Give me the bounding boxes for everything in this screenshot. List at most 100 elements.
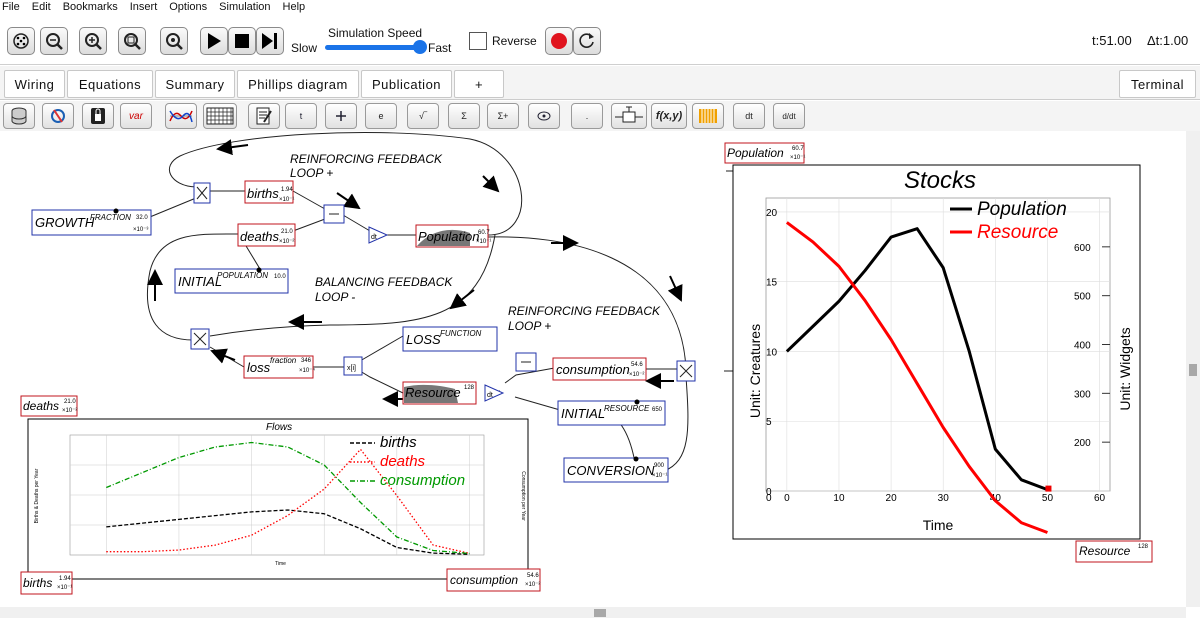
reverse-checkbox[interactable] [469, 32, 487, 50]
exp-operation-icon[interactable]: e [365, 103, 397, 129]
derivative-icon[interactable]: d/dt [773, 103, 805, 129]
svg-text:×10⁻³: ×10⁻³ [133, 227, 148, 233]
horizontal-scrollbar[interactable] [0, 607, 1186, 618]
resource-stock[interactable]: Resource 128 [402, 381, 477, 405]
variable-icon[interactable]: var [120, 103, 152, 129]
stocks-xtick: 60 [1094, 493, 1106, 504]
menu-simulation[interactable]: Simulation [219, 0, 276, 16]
multiply-op-3[interactable] [676, 360, 696, 382]
loss-function-param[interactable]: LOSS FUNCTION [402, 326, 498, 352]
svg-text:deaths: deaths [240, 229, 280, 244]
tab-phillips-diagram[interactable]: Phillips diagram [237, 70, 359, 98]
integrate-op-population[interactable]: dt [368, 226, 389, 244]
zoom-reset-button[interactable] [160, 27, 188, 55]
loss-fraction-var[interactable]: loss fraction 346 ×10⁻⁴ [243, 355, 315, 379]
svg-text:Population: Population [727, 146, 784, 160]
ravel-icon[interactable] [692, 103, 724, 129]
sheet-icon[interactable] [203, 103, 237, 129]
stocks-xtick: 30 [938, 493, 950, 504]
horizontal-scroll-thumb[interactable] [594, 609, 606, 617]
godley-table-icon[interactable] [42, 103, 74, 129]
zoom-out-button[interactable] [40, 27, 68, 55]
zoom-in-button[interactable] [79, 27, 107, 55]
add-operation-icon[interactable] [325, 103, 357, 129]
initial-resource-param[interactable]: INITIALRESOURCE 650 [557, 399, 666, 426]
menu-help[interactable]: Help [283, 0, 312, 16]
integrate-icon[interactable]: dt [733, 103, 765, 129]
initial-population-param[interactable]: INITIALPOPULATION 10.0 [174, 267, 289, 294]
consumption-var[interactable]: consumption 54.6 ×10⁻² [552, 357, 647, 381]
vertical-scroll-thumb[interactable] [1189, 364, 1197, 376]
toolbar: Simulation Speed Slow Fast Reverse t:51.… [0, 17, 1200, 65]
integrate-op-resource[interactable]: dt [484, 384, 505, 402]
step-button[interactable] [256, 27, 284, 55]
database-icon[interactable] [3, 103, 35, 129]
tab-equations[interactable]: Equations [67, 70, 153, 98]
stocks-population-port[interactable]: Population 60.7 ×10⁻¹ [724, 142, 805, 164]
menu-bookmarks[interactable]: Bookmarks [63, 0, 124, 16]
svg-text:×10⁻²: ×10⁻² [525, 582, 540, 588]
stocks-y2tick: 500 [1074, 292, 1091, 303]
menu-options[interactable]: Options [169, 0, 213, 16]
plot-icon[interactable] [165, 103, 197, 129]
time-readout: t:51.00 [1092, 33, 1132, 48]
terminal-button[interactable]: Terminal [1119, 70, 1196, 98]
vertical-scrollbar[interactable] [1186, 131, 1200, 607]
deaths-var[interactable]: deaths 21.0 ×10⁻² [237, 223, 296, 247]
sqrt-operation-icon[interactable]: √‾ [407, 103, 439, 129]
stop-button[interactable] [228, 27, 256, 55]
time-operation-icon[interactable]: t [285, 103, 317, 129]
subtract-op[interactable] [323, 204, 345, 224]
svg-text:dt: dt [487, 392, 493, 399]
multiply-op-2[interactable] [190, 328, 210, 350]
stocks-resource-port[interactable]: Resource 128 [1075, 540, 1153, 563]
menu-edit[interactable]: Edit [32, 0, 57, 16]
user-function-icon[interactable]: f(x,y) [651, 103, 687, 129]
speed-slider-knob[interactable] [413, 40, 427, 54]
lookup-op[interactable]: x[i] [343, 356, 363, 376]
stocks-y2tick: 400 [1074, 341, 1091, 352]
stocks-plot-area: 0 10 20 30 40 50 60051015202003004005006000Pop… [765, 197, 1111, 534]
speed-slow-label: Slow [291, 41, 318, 55]
zoom-reset-icon [166, 33, 183, 50]
stocks-chart-xlabel: Time [923, 517, 954, 533]
lock-icon[interactable] [82, 103, 114, 129]
births-var[interactable]: births 1.94 ×10⁻¹ [244, 180, 294, 204]
speed-slider-track[interactable] [325, 45, 420, 50]
tab-summary[interactable]: Summary [155, 70, 235, 98]
menu-insert[interactable]: Insert [130, 0, 164, 16]
tab-publication[interactable]: Publication [361, 70, 452, 98]
stocks-plot-panel[interactable]: Population 60.7 ×10⁻¹ Resource 128 Stocks T… [724, 142, 1153, 563]
flows-consumption-port[interactable]: consumption 54.6 ×10⁻² [446, 568, 541, 592]
running-sum-icon[interactable]: Σ+ [487, 103, 519, 129]
multiply-op-1[interactable] [193, 182, 211, 204]
zoom-fit-button[interactable] [118, 27, 146, 55]
population-stock[interactable]: Population60.7 ×10⁻¹ [415, 224, 491, 248]
add-tab-button[interactable]: + [454, 70, 504, 98]
growth-fraction-param[interactable]: GROWTHFRACTION 32.0 ×10⁻³ [31, 208, 152, 236]
tab-wiring[interactable]: Wiring [4, 70, 65, 98]
sum-operation-icon[interactable]: Σ [448, 103, 480, 129]
dot-operation-icon[interactable]: . [571, 103, 603, 129]
flows-births-port[interactable]: births 1.94 ×10⁻¹ [20, 571, 73, 595]
play-button[interactable] [200, 27, 228, 55]
switch-icon[interactable] [611, 103, 647, 129]
stocks-y2tick: 300 [1074, 389, 1091, 400]
model-canvas[interactable]: REINFORCING FEEDBACK LOOP + BALANCING FE… [0, 131, 1186, 607]
stop-icon [235, 34, 249, 48]
subtract-op-resource[interactable] [515, 352, 537, 372]
record-button[interactable] [545, 27, 573, 55]
binary-ops-icon[interactable] [528, 103, 560, 129]
stocks-chart-y2label: Unit: Widgets [1117, 327, 1133, 410]
recenter-button[interactable] [7, 27, 35, 55]
stocks-ytick: 20 [766, 208, 778, 219]
conversion-param[interactable]: CONVERSION 900 ×10⁻¹ [563, 456, 669, 483]
note-icon[interactable] [248, 103, 280, 129]
flows-plot-panel[interactable]: deaths 21.0 ×10⁻² births 1.94 ×10⁻¹ consumpt… [20, 395, 541, 595]
zoom-fit-icon [124, 33, 141, 50]
menu-file[interactable]: File [2, 0, 26, 16]
svg-text:×10⁻²: ×10⁻² [629, 372, 644, 378]
loop-r1-line1: REINFORCING FEEDBACK [290, 152, 443, 166]
reset-button[interactable] [573, 27, 601, 55]
flows-deaths-port[interactable]: deaths 21.0 ×10⁻² [20, 395, 78, 417]
